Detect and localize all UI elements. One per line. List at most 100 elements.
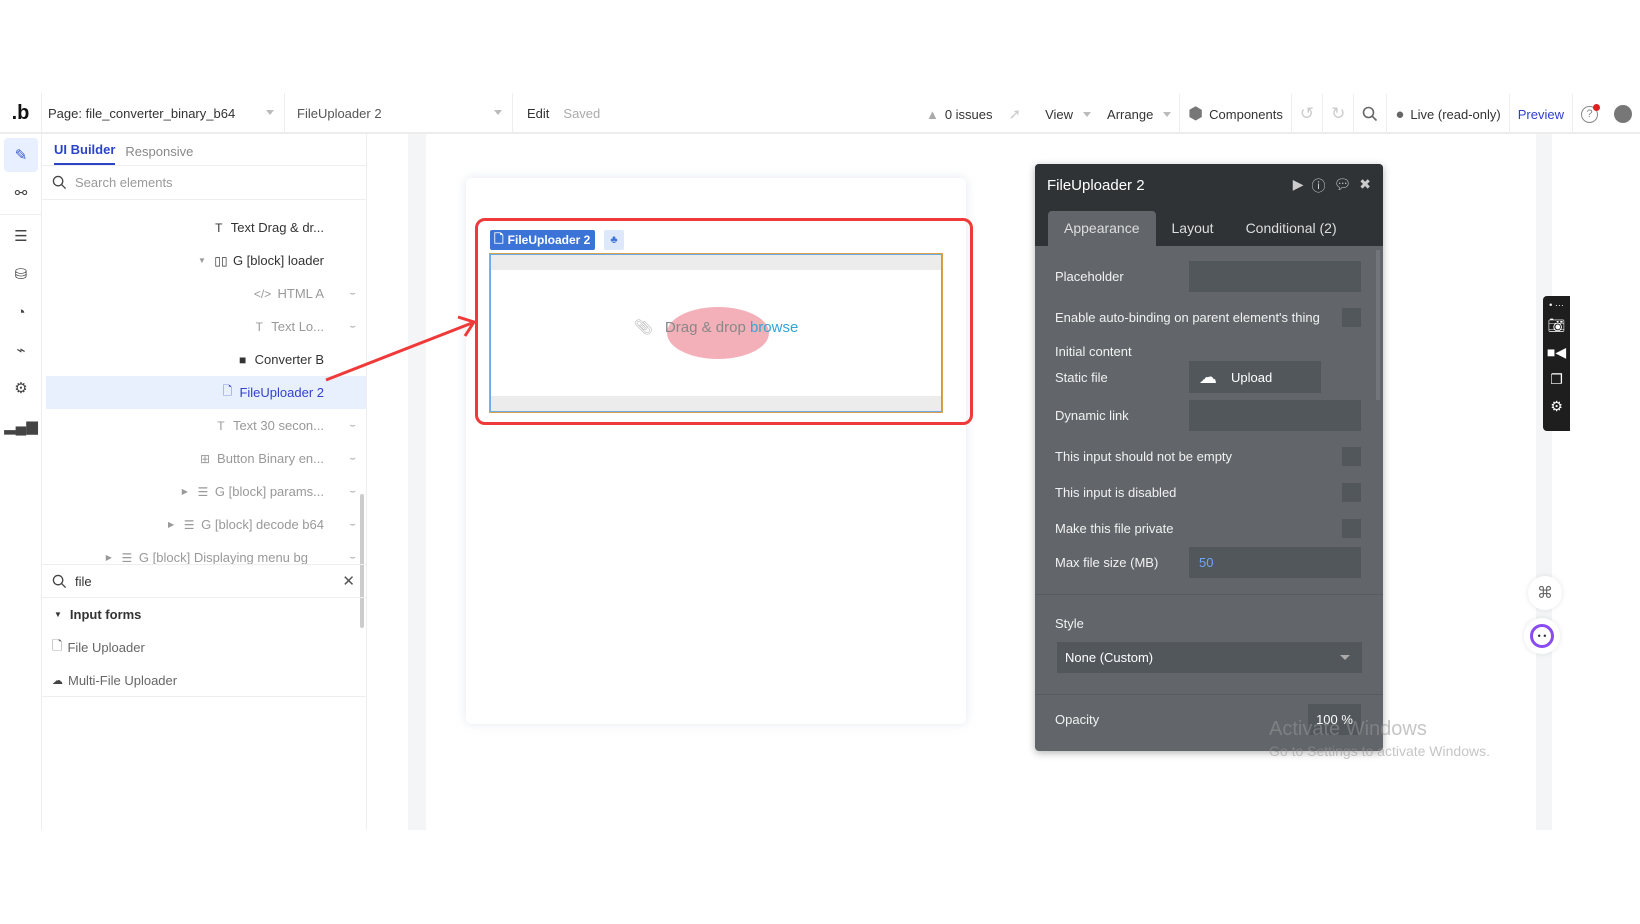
property-scrollbar[interactable] bbox=[1376, 250, 1380, 400]
tab-appearance[interactable]: Appearance bbox=[1048, 211, 1156, 246]
tree-item[interactable]: ⊞ Button Binary en... ⌣ bbox=[46, 442, 366, 475]
gear-icon[interactable]: ⚙ bbox=[1550, 393, 1563, 420]
rail-divider bbox=[0, 214, 41, 215]
data-tab[interactable]: ☰ bbox=[4, 219, 38, 253]
element-tree: T Text Drag & dr... ◡ ▼ ▯▯ G [block] loa… bbox=[42, 200, 366, 628]
issues-button[interactable]: ▲ 0 issues bbox=[918, 94, 1001, 134]
tab-responsive[interactable]: Responsive bbox=[125, 144, 193, 165]
inspect-button[interactable]: ➚ bbox=[1001, 94, 1030, 134]
upload-button[interactable]: ☁ Upload bbox=[1189, 361, 1321, 393]
elements-panel: UI Builder Responsive Search elements T … bbox=[42, 134, 367, 830]
palette-item-multi-file-uploader[interactable]: ☁ Multi-File Uploader bbox=[42, 664, 367, 697]
tree-item-label: G [block] loader bbox=[232, 253, 324, 268]
tree-item[interactable]: T Text 30 secon... ⌣ bbox=[46, 409, 366, 442]
bubble-logo[interactable]: .b bbox=[0, 93, 42, 133]
tree-item-selected[interactable]: 🗋 FileUploader 2 ⌣ bbox=[46, 376, 366, 409]
assistant-button[interactable]: • • bbox=[1524, 618, 1560, 654]
components-button[interactable]: ⬢ Components bbox=[1179, 94, 1291, 134]
tree-item-label: Converter B bbox=[254, 352, 324, 367]
category-header[interactable]: ▼ Input forms bbox=[42, 598, 367, 631]
search-button[interactable] bbox=[1353, 94, 1386, 134]
account-button[interactable] bbox=[1606, 94, 1640, 134]
hidden-eye-icon[interactable]: ⌣ bbox=[316, 552, 356, 563]
styles-tab[interactable]: ◔ bbox=[4, 295, 38, 329]
gear-icon: ⚙ bbox=[14, 380, 28, 397]
redo-button[interactable]: ↻ bbox=[1322, 94, 1353, 134]
shortcuts-button[interactable]: ⌘ bbox=[1528, 576, 1562, 610]
windows-icon[interactable]: ❐ bbox=[1550, 366, 1563, 393]
canvas-gutter-right bbox=[1536, 134, 1552, 830]
tree-item[interactable]: T Text Lo... ⌣ bbox=[46, 310, 366, 343]
tree-item[interactable]: ■ Converter B ⌣ bbox=[46, 343, 366, 376]
not-empty-label: This input should not be empty bbox=[1055, 449, 1233, 464]
collapse-caret-icon[interactable]: ▶ bbox=[106, 553, 112, 562]
view-label: View bbox=[1045, 106, 1074, 122]
hidden-eye-icon[interactable]: ⌣ bbox=[332, 288, 356, 299]
page-selector[interactable]: Page: file_converter_binary_b64 bbox=[42, 93, 285, 133]
expand-caret-icon[interactable]: ▼ bbox=[198, 256, 206, 265]
close-icon[interactable]: ✖ bbox=[1359, 176, 1371, 196]
tree-item[interactable]: ▶ ☰ G [block] params... ⌣ bbox=[46, 475, 366, 508]
plugins-tab[interactable]: ⌁ bbox=[4, 333, 38, 367]
live-version-button[interactable]: ● Live (read-only) bbox=[1386, 94, 1508, 134]
property-tabs: Appearance Layout Conditional (2) bbox=[1035, 206, 1383, 246]
search-icon bbox=[52, 574, 67, 588]
settings-tab[interactable]: ⚙ bbox=[4, 371, 38, 405]
hidden-eye-icon[interactable]: ⌣ bbox=[332, 453, 356, 464]
tab-conditional[interactable]: Conditional (2) bbox=[1230, 211, 1353, 246]
page-selector-label: Page: file_converter_binary_b64 bbox=[48, 105, 236, 121]
upload-label: Upload bbox=[1231, 369, 1273, 385]
hidden-eye-icon[interactable]: ⌣ bbox=[332, 486, 356, 497]
element-search[interactable]: Search elements bbox=[42, 166, 366, 200]
autobinding-checkbox[interactable] bbox=[1342, 308, 1361, 327]
hidden-eye-icon[interactable]: ⌣ bbox=[332, 519, 356, 530]
bubble-editor: .b Page: file_converter_binary_b64 FileU… bbox=[0, 93, 1640, 830]
text-icon: T bbox=[215, 220, 223, 235]
property-editor-header[interactable]: FileUploader 2 ▶ ⓘ 💬︎ ✖ bbox=[1035, 164, 1383, 206]
arrange-menu[interactable]: Arrange bbox=[1099, 94, 1179, 134]
edit-menu[interactable]: Edit bbox=[513, 106, 563, 121]
palette-item-label: File Uploader bbox=[67, 640, 145, 655]
placeholder-input[interactable] bbox=[1189, 261, 1361, 292]
hidden-eye-icon[interactable]: ⌣ bbox=[332, 420, 356, 431]
element-selector[interactable]: FileUploader 2 bbox=[285, 93, 513, 133]
dynamic-link-input[interactable] bbox=[1189, 400, 1361, 431]
tree-item[interactable]: </> HTML A ⌣ bbox=[46, 277, 366, 310]
tab-layout[interactable]: Layout bbox=[1156, 211, 1230, 246]
tree-item-label: Button Binary en... bbox=[217, 451, 324, 466]
redo-icon: ↻ bbox=[1331, 104, 1346, 123]
element-type-search[interactable]: file ✕ bbox=[42, 564, 367, 598]
static-file-row: Static file ☁ Upload bbox=[1055, 361, 1361, 393]
private-checkbox[interactable] bbox=[1342, 519, 1361, 538]
view-menu[interactable]: View bbox=[1037, 94, 1099, 134]
tree-item[interactable]: ▶ ☰ G [block] decode b64 ⌣ bbox=[46, 508, 366, 541]
collapse-caret-icon[interactable]: ▶ bbox=[182, 487, 188, 496]
tab-ui-builder[interactable]: UI Builder bbox=[54, 142, 116, 165]
undo-button[interactable]: ↺ bbox=[1290, 94, 1322, 134]
help-button[interactable]: ? bbox=[1572, 94, 1606, 134]
preview-label: Preview bbox=[1517, 106, 1564, 122]
disabled-checkbox[interactable] bbox=[1342, 483, 1361, 502]
tree-item[interactable]: ▼ ▯▯ G [block] loader ◡ bbox=[46, 244, 366, 277]
video-icon[interactable]: ■◀ bbox=[1547, 339, 1566, 366]
max-size-input[interactable]: 50 bbox=[1189, 547, 1361, 578]
workflow-tab[interactable]: ⚯ bbox=[4, 176, 38, 210]
style-dropdown[interactable]: None (Custom) bbox=[1057, 642, 1362, 673]
play-icon[interactable]: ▶ bbox=[1293, 176, 1304, 196]
logs-tab[interactable]: ▂▄▆ bbox=[4, 409, 38, 443]
palette-item-file-uploader[interactable]: 🗋 File Uploader bbox=[42, 631, 367, 664]
more-icon[interactable]: • ··· bbox=[1549, 298, 1564, 312]
info-icon[interactable]: ⓘ bbox=[1311, 176, 1325, 196]
close-icon[interactable]: ✕ bbox=[342, 572, 355, 590]
tree-item[interactable]: T Text Drag & dr... ◡ bbox=[46, 211, 366, 244]
collapse-caret-icon[interactable]: ▶ bbox=[168, 520, 174, 529]
preview-button[interactable]: Preview bbox=[1508, 94, 1572, 134]
command-icon: ⌘ bbox=[1537, 585, 1553, 602]
design-tab[interactable]: ✎ bbox=[4, 138, 38, 172]
comment-icon[interactable]: 💬︎ bbox=[1333, 176, 1351, 196]
not-empty-checkbox[interactable] bbox=[1342, 447, 1361, 466]
data-storage-tab[interactable]: ⛁ bbox=[4, 257, 38, 291]
hidden-eye-icon[interactable]: ⌣ bbox=[332, 321, 356, 332]
camera-icon[interactable]: 📷︎ bbox=[1548, 312, 1566, 339]
watermark-title: Activate Windows bbox=[1269, 718, 1427, 740]
